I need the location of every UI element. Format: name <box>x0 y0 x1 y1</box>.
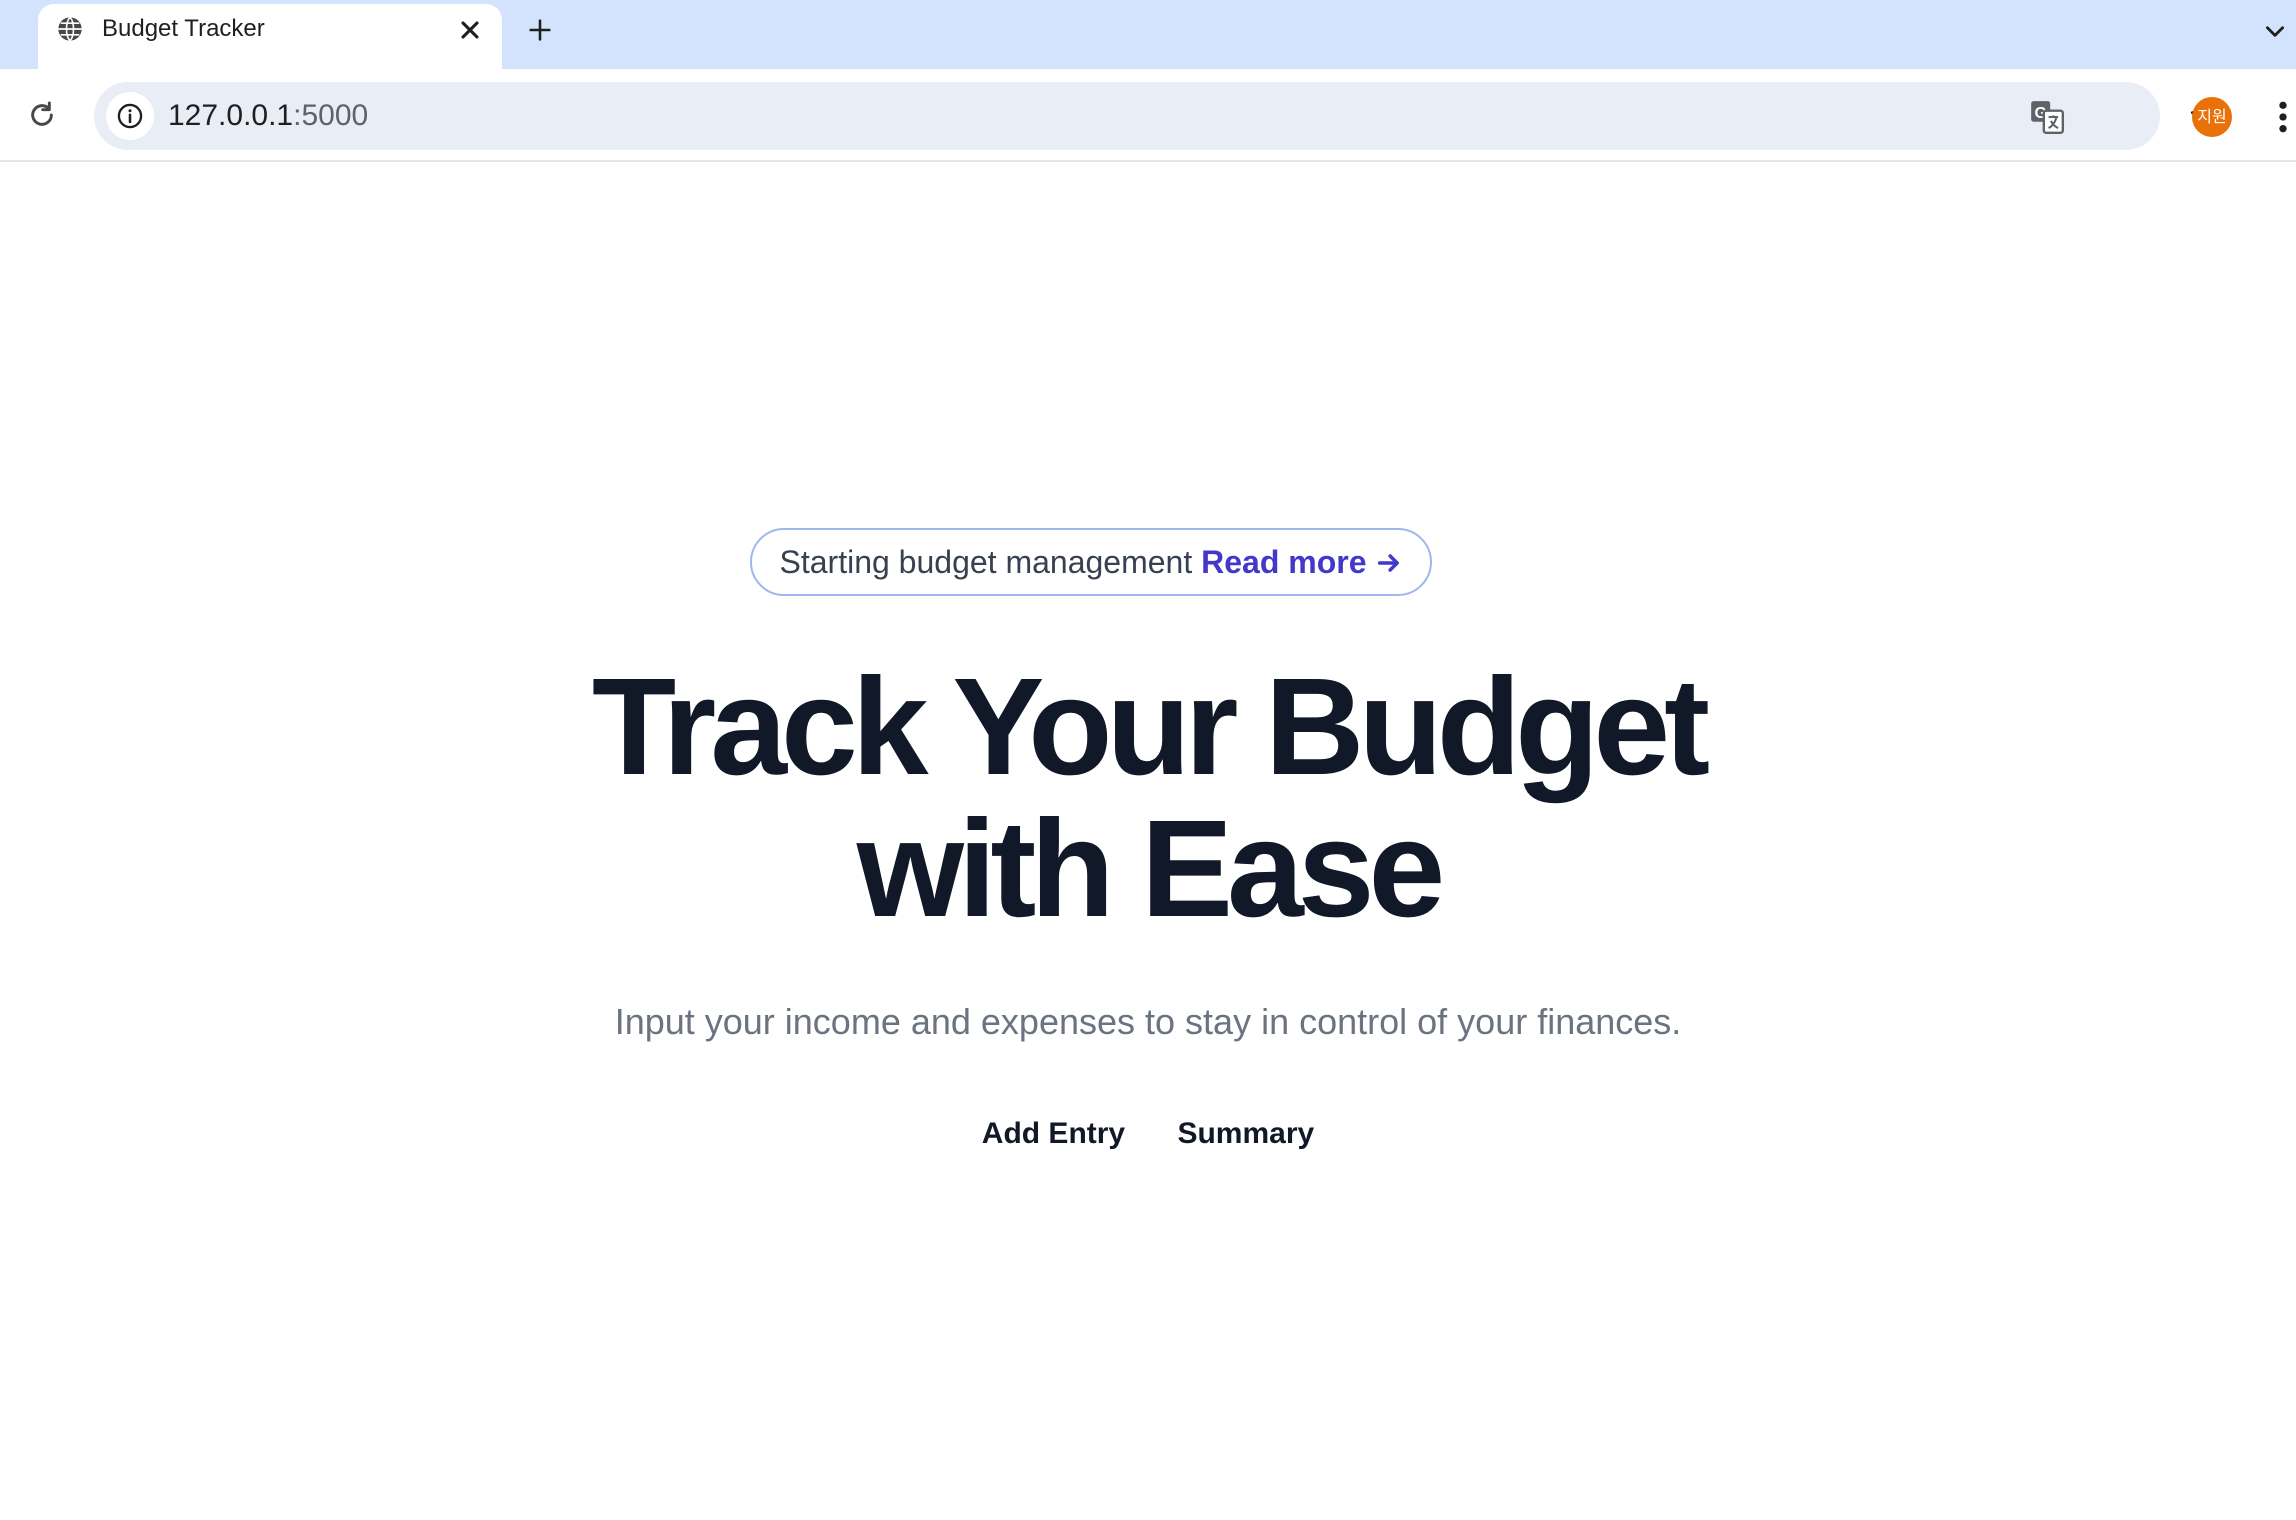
hero-title-line-1: Track Your Budget <box>591 650 1710 804</box>
url-text[interactable]: 127.0.0.1:5000 <box>168 99 368 133</box>
url-port: :5000 <box>293 99 369 132</box>
announcement-text: Starting budget management <box>779 544 1193 580</box>
tab-title: Budget Tracker <box>102 15 265 42</box>
address-bar[interactable]: 127.0.0.1:5000 G <box>94 82 2220 150</box>
hero-title-line-2: with Ease <box>856 792 1446 946</box>
read-more-link[interactable]: Read more <box>1201 544 1402 580</box>
hero-title: Track Your Budget with Ease <box>0 656 2296 940</box>
arrow-right-icon <box>1377 554 1399 572</box>
globe-icon <box>58 16 82 42</box>
info-icon <box>117 103 143 129</box>
chevron-down-icon[interactable] <box>2262 18 2288 44</box>
plus-icon[interactable] <box>526 16 554 44</box>
url-host: 127.0.0.1 <box>168 99 294 132</box>
add-entry-link[interactable]: Add Entry <box>982 1114 1125 1154</box>
summary-link[interactable]: Summary <box>1177 1114 1314 1154</box>
tab-strip: Budget Tracker <box>0 0 2296 69</box>
read-more-label: Read more <box>1201 544 1367 580</box>
page-content: Starting budget management Read more Tra… <box>0 164 2296 1520</box>
translate-icon[interactable]: G <box>2028 98 2066 136</box>
more-vertical-icon[interactable] <box>2270 97 2296 137</box>
hero-subtitle: Input your income and expenses to stay i… <box>614 1001 1682 1042</box>
site-info-button[interactable] <box>106 92 154 140</box>
hero-actions: Add Entry Summary <box>0 1114 2296 1154</box>
profile-avatar[interactable]: 지원 <box>2192 97 2232 137</box>
reload-icon[interactable] <box>26 99 58 131</box>
announcement-pill: Starting budget management Read more <box>750 528 1432 596</box>
browser-toolbar: 127.0.0.1:5000 G 지원 <box>0 69 2296 162</box>
close-icon[interactable] <box>456 16 484 44</box>
